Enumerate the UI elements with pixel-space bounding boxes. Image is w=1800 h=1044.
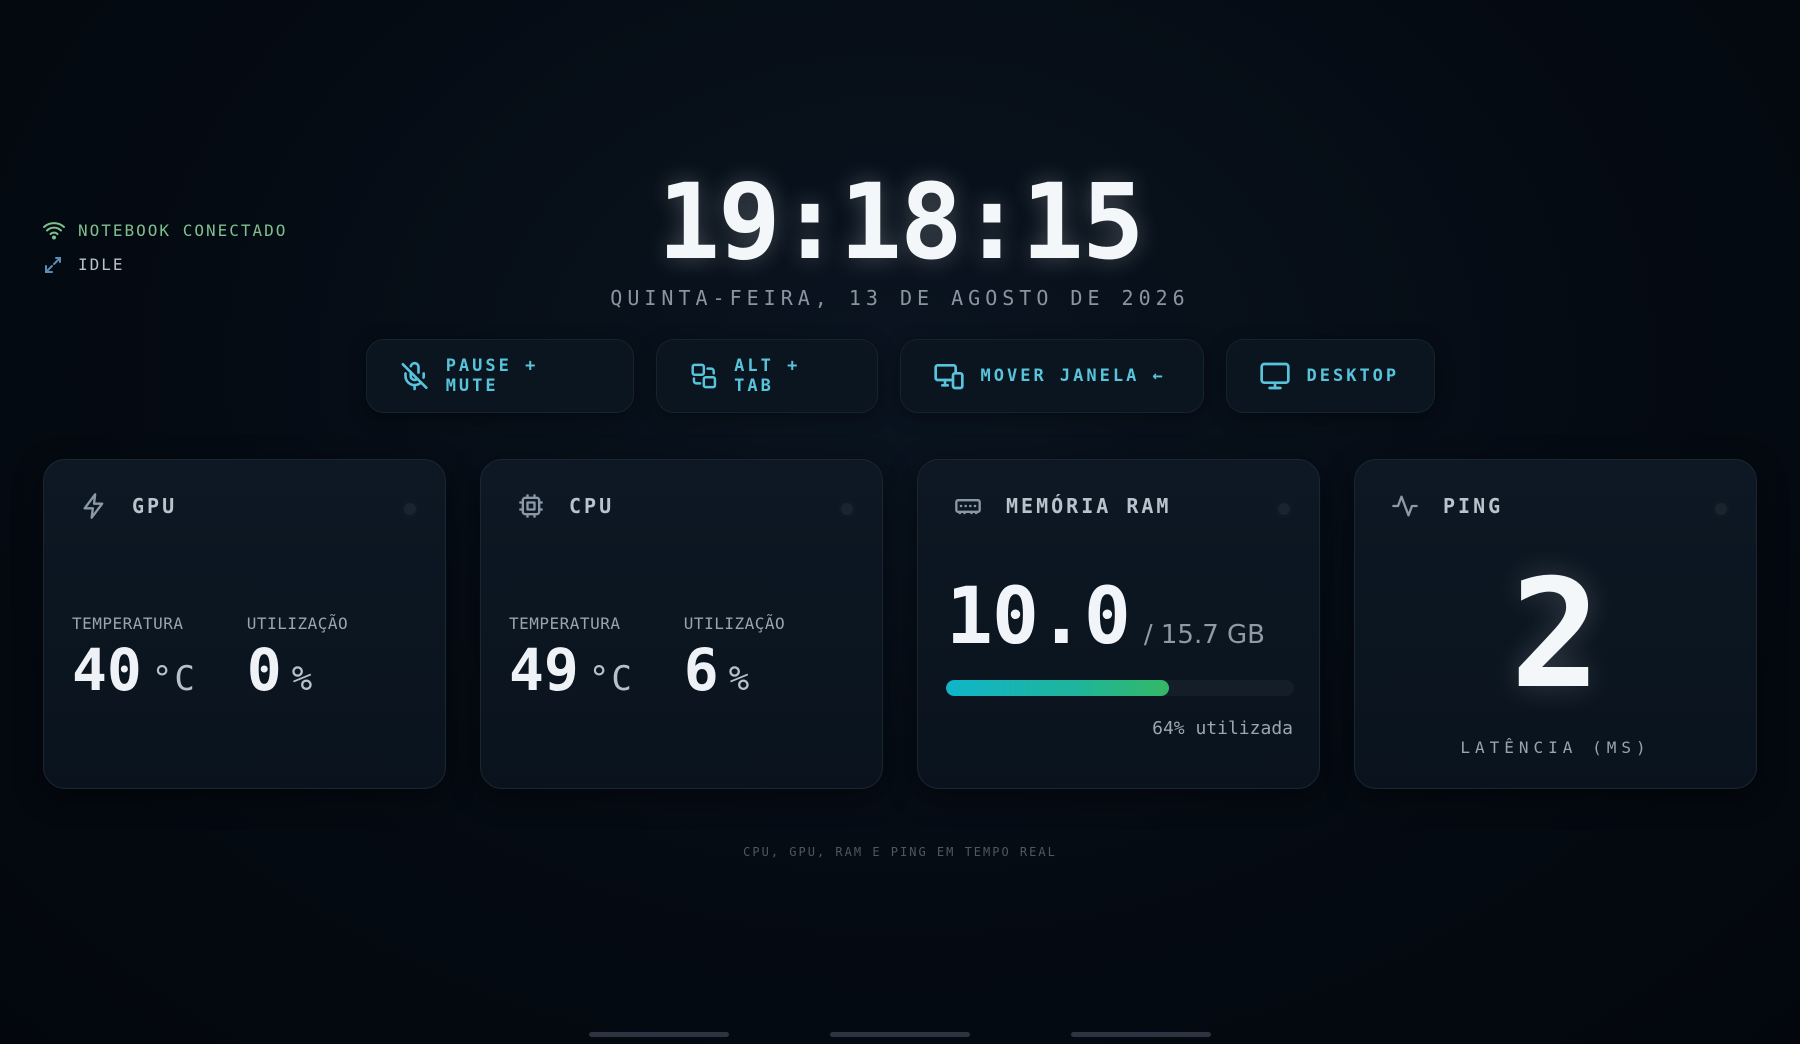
memory-icon <box>954 492 982 520</box>
gpu-status-dot <box>401 500 419 518</box>
ping-value: 2 <box>1510 548 1601 722</box>
ping-status-dot <box>1712 500 1730 518</box>
cpu-utilization-unit: % <box>728 659 752 699</box>
bolt-icon <box>80 492 108 520</box>
cpu-card: CPU TEMPERATURA 49 °C UTILIZAÇÃO 6 % <box>480 459 883 789</box>
page-indicator[interactable] <box>1071 1032 1211 1037</box>
pause-mute-button[interactable]: PAUSE + MUTE <box>365 339 634 413</box>
switch-windows-icon <box>690 363 716 389</box>
action-bar: PAUSE + MUTE ALT + TAB MOVER JANELA ← DE… <box>0 339 1800 413</box>
ram-usage-bar <box>946 680 1294 696</box>
mic-off-icon <box>401 361 428 391</box>
desktop-label: DESKTOP <box>1306 366 1400 386</box>
ram-used-value: 10.0 <box>946 572 1131 662</box>
page-indicator[interactable] <box>589 1032 729 1037</box>
pause-mute-label: PAUSE + MUTE <box>445 356 539 396</box>
cpu-utilization-label: UTILIZAÇÃO <box>683 614 786 633</box>
gpu-card-header: GPU <box>80 492 419 520</box>
footer-note: CPU, GPU, RAM E PING EM TEMPO REAL <box>743 845 1057 859</box>
move-window-label: MOVER JANELA ← <box>980 366 1166 386</box>
activity-icon <box>1391 492 1419 520</box>
ram-total-value: / 15.7 GB <box>1143 620 1266 650</box>
cpu-status-dot <box>838 500 856 518</box>
page-indicators <box>0 1032 1800 1037</box>
cpu-card-header: CPU <box>517 492 856 520</box>
gpu-temperature: TEMPERATURA 40 °C <box>72 614 197 699</box>
gpu-temperature-value-row: 40 °C <box>72 641 197 699</box>
desktop-button[interactable]: DESKTOP <box>1225 339 1435 413</box>
cpu-card-title: CPU <box>569 494 615 518</box>
gpu-temperature-label: TEMPERATURA <box>72 614 184 633</box>
ram-value-row: 10.0 / 15.7 GB <box>946 578 1265 656</box>
gpu-utilization-unit: % <box>291 659 315 699</box>
cpu-temperature-label: TEMPERATURA <box>509 614 621 633</box>
ping-card-title: PING <box>1443 494 1504 518</box>
gpu-utilization-label: UTILIZAÇÃO <box>246 614 349 633</box>
ram-card-header: MEMÓRIA RAM <box>954 492 1293 520</box>
cpu-temperature: TEMPERATURA 49 °C <box>509 614 634 699</box>
gpu-utilization-value-row: 0 % <box>247 641 348 699</box>
clock-time: 19:18:15 <box>657 161 1145 283</box>
gpu-utilization: UTILIZAÇÃO 0 % <box>247 614 348 699</box>
gpu-utilization-value: 0 <box>246 636 282 704</box>
cpu-temperature-value: 49 <box>509 636 579 704</box>
ping-card: PING 2 LATÊNCIA (MS) <box>1354 459 1757 789</box>
ram-usage-bar-fill <box>946 680 1169 696</box>
ping-label: LATÊNCIA (MS) <box>1460 738 1651 757</box>
move-window-icon <box>933 364 964 390</box>
chip-icon <box>517 492 545 520</box>
ping-card-header: PING <box>1391 492 1730 520</box>
alt-tab-button[interactable]: ALT + TAB <box>655 339 878 413</box>
cpu-utilization-value-row: 6 % <box>684 641 785 699</box>
cpu-temperature-value-row: 49 °C <box>509 641 634 699</box>
cpu-utilization-value: 6 <box>683 636 719 704</box>
move-window-button[interactable]: MOVER JANELA ← <box>899 339 1204 413</box>
ram-usage-caption: 64% utilizada <box>1152 718 1293 739</box>
cpu-temperature-unit: °C <box>588 659 634 699</box>
gpu-temperature-unit: °C <box>151 659 197 699</box>
gpu-metrics: TEMPERATURA 40 °C UTILIZAÇÃO 0 % <box>72 614 348 699</box>
cpu-metrics: TEMPERATURA 49 °C UTILIZAÇÃO 6 % <box>509 614 785 699</box>
gpu-temperature-value: 40 <box>72 636 142 704</box>
page-indicator[interactable] <box>830 1032 970 1037</box>
gpu-card: GPU TEMPERATURA 40 °C UTILIZAÇÃO 0 % <box>43 459 446 789</box>
cpu-utilization: UTILIZAÇÃO 6 % <box>684 614 785 699</box>
ram-card-title: MEMÓRIA RAM <box>1006 494 1172 518</box>
monitor-icon <box>1259 362 1290 390</box>
gpu-card-title: GPU <box>132 494 178 518</box>
ram-card: MEMÓRIA RAM 10.0 / 15.7 GB 64% utilizada <box>917 459 1320 789</box>
clock-date: QUINTA-FEIRA, 13 DE AGOSTO DE 2026 <box>610 286 1190 310</box>
alt-tab-label: ALT + TAB <box>734 356 801 396</box>
ram-status-dot <box>1275 500 1293 518</box>
